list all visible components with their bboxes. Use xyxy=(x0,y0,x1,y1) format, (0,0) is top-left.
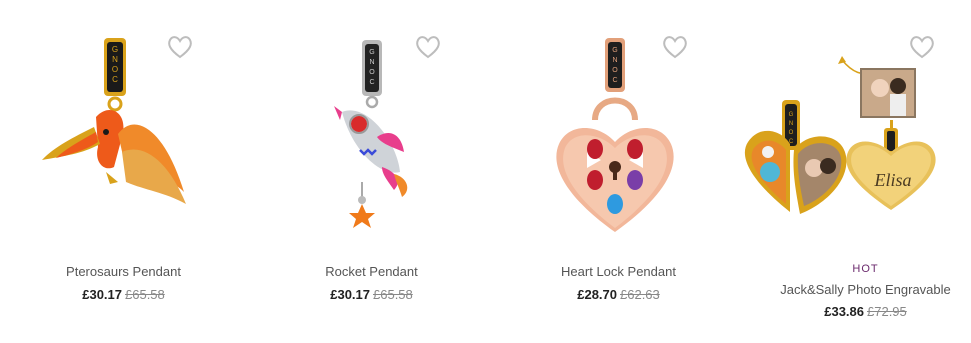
product-grid: G N O C Pterosaurs Pendant £30.17£65.58 xyxy=(0,0,971,343)
product-card[interactable]: G N O C Rocket Pendant £30.17 £65.58 xyxy=(248,0,495,343)
product-image[interactable]: G N O C xyxy=(248,32,495,232)
svg-text:O: O xyxy=(789,130,794,136)
svg-text:C: C xyxy=(112,75,118,84)
product-old-price: £72.95 xyxy=(867,304,907,319)
svg-text:N: N xyxy=(789,121,793,127)
product-price: £30.17 xyxy=(330,287,370,302)
price-row: £33.86 £72.95 xyxy=(742,304,971,319)
product-name[interactable]: Heart Lock Pendant xyxy=(495,264,742,279)
svg-text:G: G xyxy=(111,45,117,54)
price-row: £30.17 £65.58 xyxy=(0,287,247,302)
product-price: £28.70 xyxy=(577,287,617,302)
product-old-price: £65.58 xyxy=(373,287,413,302)
svg-text:G: G xyxy=(369,49,374,56)
product-name[interactable]: Jack&Sally Photo Engravable xyxy=(742,282,971,297)
product-card[interactable]: G N O C Elisa HOT Jack&Sally Photo Engra… xyxy=(742,0,971,343)
product-card[interactable]: G N O C Heart Lock Pendant £28.70 £62.63 xyxy=(495,0,742,343)
product-old-price: £65.58 xyxy=(125,287,165,302)
svg-text:O: O xyxy=(612,67,618,74)
product-image[interactable]: G N O C xyxy=(495,32,742,232)
product-image[interactable]: G N O C xyxy=(0,32,247,232)
product-name[interactable]: Pterosaurs Pendant xyxy=(0,264,247,279)
price-row: £28.70 £62.63 xyxy=(495,287,742,302)
svg-text:O: O xyxy=(369,69,375,76)
svg-text:O: O xyxy=(111,65,117,74)
svg-text:G: G xyxy=(612,47,617,54)
svg-text:C: C xyxy=(369,79,374,86)
svg-text:C: C xyxy=(612,77,617,84)
svg-text:G: G xyxy=(789,112,794,118)
product-card[interactable]: G N O C Pterosaurs Pendant £30.17 £65.58 xyxy=(0,0,247,343)
hot-badge: HOT xyxy=(852,263,879,275)
engraving-text: Elisa xyxy=(873,170,911,190)
svg-text:N: N xyxy=(112,55,118,64)
price-row: £30.17 £65.58 xyxy=(248,287,495,302)
product-name[interactable]: Rocket Pendant xyxy=(248,264,495,279)
svg-text:N: N xyxy=(369,59,374,66)
product-price: £33.86 xyxy=(824,304,864,319)
svg-text:N: N xyxy=(612,57,617,64)
product-image[interactable]: G N O C Elisa xyxy=(742,32,971,232)
product-price: £30.17 xyxy=(82,287,122,302)
product-old-price: £62.63 xyxy=(620,287,660,302)
